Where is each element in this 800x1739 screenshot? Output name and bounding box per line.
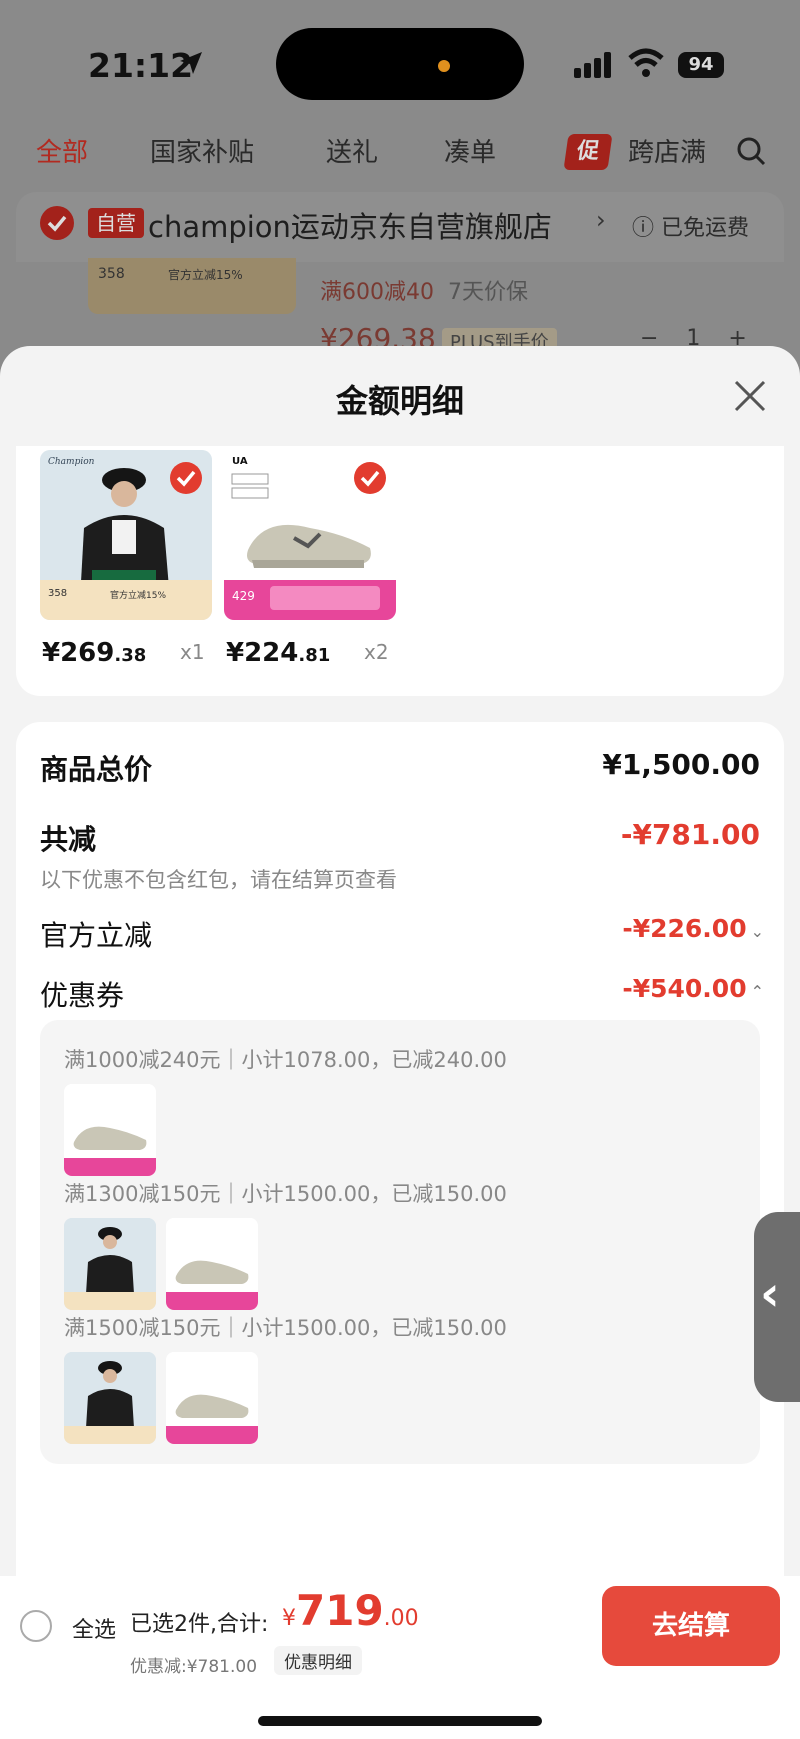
chevron-left-icon: ‹ — [760, 1266, 780, 1322]
side-drawer-handle[interactable]: ‹ — [754, 1212, 800, 1402]
chevron-right-icon: › — [596, 206, 606, 234]
coupon-product-thumb — [166, 1218, 258, 1310]
self-operated-tag: 自营 — [88, 208, 144, 238]
coupon-product-thumb — [64, 1218, 156, 1310]
tab-cross-store[interactable]: 跨店满 — [628, 132, 706, 169]
thumb-price: 358 — [98, 266, 125, 282]
chevron-down-icon: ⌄ — [750, 922, 764, 941]
check-icon — [176, 470, 196, 487]
checkout-bar: 全选 已选2件,合计: ¥719.00 优惠减:¥781.00 优惠明细 去结算 — [0, 1576, 800, 1739]
select-all-checkbox[interactable] — [20, 1610, 52, 1642]
store-row: 自营 champion运动京东自营旗舰店 › ⓘ 已免运费 — [16, 192, 784, 262]
amount-detail-sheet: 金额明细 Champion 358 官方立减15% ¥269.38 x1 UA … — [0, 346, 800, 1739]
location-arrow-icon — [180, 52, 202, 74]
discount-label: 共减 — [40, 823, 97, 856]
thumb-price: 429 — [232, 589, 255, 603]
official-discount-label: 官方立减 — [40, 919, 153, 952]
coupon-product-thumb — [64, 1084, 156, 1176]
product-image: Champion 358 官方立减15% — [40, 450, 212, 620]
status-bar: 21:12 94 — [0, 0, 800, 120]
discount-value: -¥781.00 — [620, 818, 760, 851]
tab-national-subsidy[interactable]: 国家补贴 — [150, 132, 254, 169]
store-name[interactable]: champion运动京东自营旗舰店 — [148, 204, 552, 246]
sheet-title: 金额明细 — [335, 382, 464, 420]
checkout-button[interactable]: 去结算 — [602, 1586, 780, 1666]
thumb-tag: 官方立减15% — [110, 589, 166, 601]
product-qty: x1 — [180, 640, 205, 664]
product-price: ¥269.38 — [42, 638, 147, 668]
product-image: UA 429 — [224, 450, 396, 620]
official-discount-row[interactable]: -¥226.00 ⌄ — [622, 914, 764, 943]
store-checkbox[interactable] — [40, 206, 74, 240]
product-qty: x2 — [364, 640, 389, 664]
check-icon — [47, 215, 67, 232]
tab-add-on[interactable]: 凑单 — [444, 132, 496, 169]
product-item[interactable]: Champion 358 官方立减15% ¥269.38 x1 — [40, 450, 212, 668]
coupon-label: 优惠券 — [40, 979, 125, 1012]
thumb-price: 358 — [48, 588, 67, 599]
product-item[interactable]: UA 429 ¥224.81 x2 — [224, 450, 396, 668]
home-indicator — [258, 1716, 542, 1726]
coupon-line: 满1300减150元｜小计1500.00，已减150.00 — [64, 1182, 507, 1206]
sneaker-image — [166, 1352, 258, 1444]
discount-hint: 以下优惠不包含红包，请在结算页查看 — [40, 868, 397, 892]
thumb-tag: 官方立减15% — [168, 268, 243, 282]
background-promo: 满600减40 7天价保 — [320, 280, 528, 305]
coupon-row[interactable]: -¥540.00 ⌃ — [622, 974, 764, 1003]
sneaker-image — [166, 1218, 258, 1310]
background-product-thumb: 358 官方立减15% — [88, 258, 296, 314]
product-price: ¥224.81 — [226, 638, 331, 668]
coupon-product-thumb — [166, 1352, 258, 1444]
cart-tabs: 全部 国家补贴 送礼 凑单 促 跨店满 — [0, 132, 800, 176]
close-icon[interactable] — [730, 376, 770, 416]
jacket-model-image — [64, 1218, 156, 1310]
brand-logo: UA — [232, 456, 248, 467]
brand-logo: Champion — [48, 457, 95, 467]
saved-amount: 优惠减:¥781.00 — [130, 1657, 258, 1677]
background-page: 21:12 94 全部 国家补贴 送礼 凑单 促 跨店满 自营 champion… — [0, 0, 800, 400]
free-shipping-label: ⓘ 已免运费 — [632, 216, 750, 241]
coupon-line: 满1500减150元｜小计1500.00，已减150.00 — [64, 1316, 507, 1340]
search-icon[interactable] — [736, 136, 766, 166]
tab-all[interactable]: 全部 — [36, 132, 88, 169]
jacket-model-image — [64, 1352, 156, 1444]
check-icon — [360, 470, 380, 487]
coupon-product-thumb — [64, 1352, 156, 1444]
total-price-value: ¥1,500.00 — [602, 748, 760, 781]
signal-icon — [574, 52, 611, 78]
sneaker-image — [64, 1084, 156, 1176]
discount-detail-link[interactable]: 优惠明细 — [274, 1646, 362, 1675]
select-all-label[interactable]: 全选 — [72, 1612, 116, 1644]
tab-gift[interactable]: 送礼 — [326, 132, 378, 169]
coupon-line: 满1000减240元｜小计1078.00，已减240.00 — [64, 1048, 507, 1072]
chevron-up-icon: ⌃ — [750, 982, 764, 1001]
selected-count: 已选2件,合计: — [130, 1612, 269, 1637]
battery-indicator: 94 — [678, 52, 724, 78]
total-price-label: 商品总价 — [40, 753, 153, 786]
product-checkbox[interactable] — [170, 462, 202, 494]
promo-badge: 促 — [563, 134, 613, 170]
wifi-icon — [628, 48, 664, 77]
selected-products-card: Champion 358 官方立减15% ¥269.38 x1 UA 429 ¥… — [16, 446, 784, 696]
dynamic-island — [276, 28, 524, 100]
total-amount: ¥719.00 — [282, 1586, 419, 1635]
product-checkbox[interactable] — [354, 462, 386, 494]
coupon-detail-box: 满1000减240元｜小计1078.00，已减240.00 满1300减150元… — [40, 1020, 760, 1464]
privacy-indicator — [438, 60, 450, 72]
